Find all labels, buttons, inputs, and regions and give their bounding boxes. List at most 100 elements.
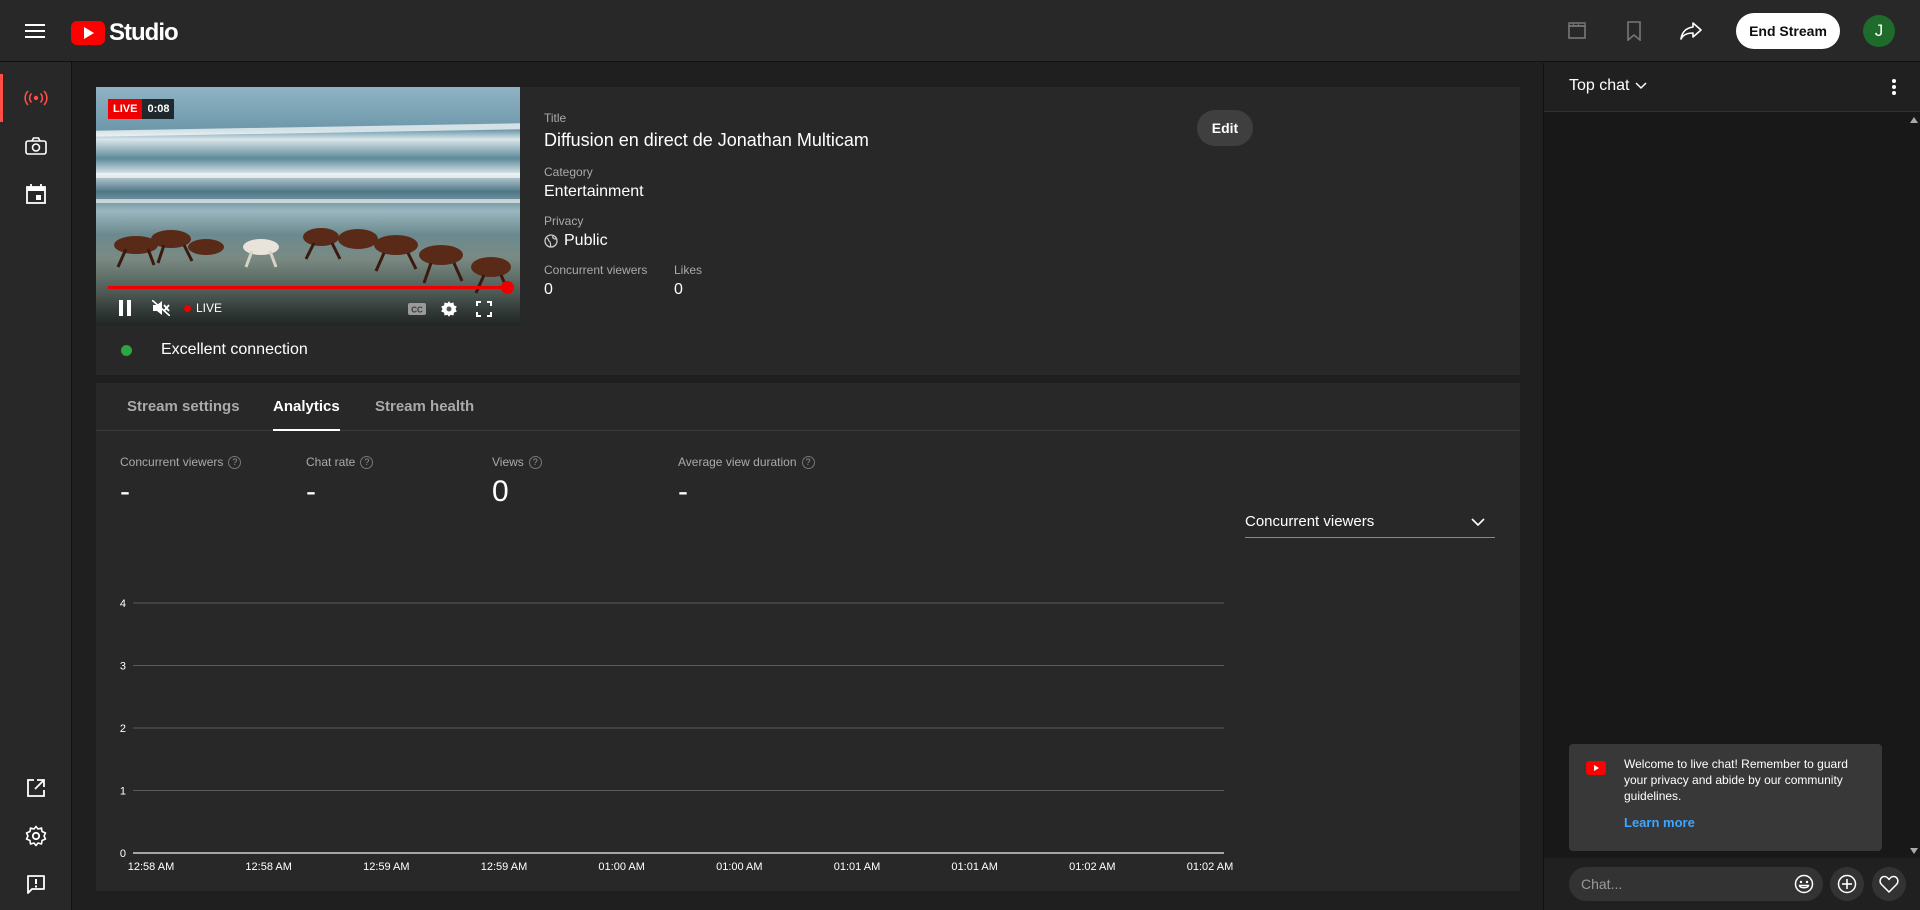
y-tick-label: 3 <box>120 661 126 673</box>
more-options-icon[interactable] <box>1892 79 1896 95</box>
analytics-panel: Stream settings Analytics Stream health … <box>96 383 1520 891</box>
likes-label: Likes <box>674 263 703 277</box>
y-tick-label: 1 <box>120 786 126 798</box>
globe-icon <box>544 234 558 248</box>
left-nav <box>0 62 72 910</box>
connection-dot <box>121 344 132 356</box>
nav-item-settings[interactable] <box>0 812 72 860</box>
nav-item-manage[interactable] <box>0 170 72 218</box>
live-chat-panel: Top chat Welcome to live chat! Remember … <box>1543 63 1920 910</box>
help-icon[interactable]: ? <box>801 455 815 469</box>
video-frame-horses <box>114 228 511 294</box>
chat-input-bar: Chat... <box>1544 858 1920 910</box>
y-tick-label: 2 <box>120 723 126 735</box>
metric-value: - <box>678 475 688 508</box>
help-icon[interactable]: ? <box>228 455 242 469</box>
stream-info-panel: LIVE 0:08 LIVE CC Title Diffusion en dir… <box>96 87 1520 375</box>
live-broadcast-icon <box>24 90 48 106</box>
metric-average-view-duration: Average view duration? - <box>678 455 815 509</box>
avatar[interactable]: J <box>1863 15 1895 47</box>
app-name: Studio <box>109 19 179 46</box>
scroll-down-icon[interactable] <box>1910 848 1918 854</box>
stream-title: Diffusion en direct de Jonathan Multicam <box>544 130 869 150</box>
heart-icon <box>1879 875 1899 893</box>
x-tick-label: 12:59 AM <box>481 861 527 873</box>
studio-logo[interactable]: Studio <box>71 19 179 47</box>
metric-label: Average view duration <box>678 455 797 469</box>
external-link-icon <box>27 779 45 797</box>
category-value: Entertainment <box>544 183 644 200</box>
emoji-icon <box>1794 874 1814 894</box>
tab-bar: Stream settings Analytics Stream health <box>96 383 1520 431</box>
x-tick-label: 12:58 AM <box>245 861 291 873</box>
end-stream-label: End Stream <box>1749 23 1827 39</box>
muted-speaker-icon[interactable] <box>152 300 170 316</box>
calendar-icon <box>26 184 46 204</box>
privacy-value: Public <box>564 232 608 249</box>
chevron-down-icon <box>1471 517 1485 526</box>
nav-item-webcam[interactable] <box>0 122 72 170</box>
x-tick-label: 01:02 AM <box>1187 861 1233 873</box>
scroll-up-icon[interactable] <box>1910 117 1918 123</box>
player-settings-icon[interactable] <box>440 300 458 318</box>
feedback-icon <box>27 875 45 894</box>
reactions-button[interactable] <box>1872 867 1906 901</box>
likes-value: 0 <box>674 281 683 298</box>
metric-value: - <box>306 475 316 508</box>
tab-stream-health[interactable]: Stream health <box>375 383 474 431</box>
x-tick-label: 01:00 AM <box>716 861 762 873</box>
metric-concurrent-viewers: Concurrent viewers? - <box>120 455 242 509</box>
progress-bar[interactable] <box>108 286 508 289</box>
avatar-letter: J <box>1874 21 1884 40</box>
chevron-down-icon <box>1635 82 1648 90</box>
fullscreen-icon[interactable] <box>476 301 492 317</box>
concurrent-viewers-value: 0 <box>544 281 553 298</box>
learn-more-link[interactable]: Learn more <box>1624 815 1695 830</box>
welcome-text: Welcome to live chat! Remember to guard … <box>1624 757 1848 803</box>
nav-item-external[interactable] <box>0 764 72 812</box>
elapsed-time: 0:08 <box>142 99 175 119</box>
bookmark-icon[interactable] <box>1617 14 1651 48</box>
pause-icon[interactable] <box>118 300 132 316</box>
video-player[interactable]: LIVE 0:08 LIVE CC <box>96 87 520 325</box>
chart-metric-dropdown[interactable]: Concurrent viewers <box>1245 506 1495 538</box>
chat-welcome-banner: Welcome to live chat! Remember to guard … <box>1569 744 1882 851</box>
x-tick-label: 01:02 AM <box>1069 861 1115 873</box>
chat-header: Top chat <box>1544 63 1920 112</box>
clapperboard-icon[interactable] <box>1560 14 1594 48</box>
y-tick-label: 0 <box>120 848 126 860</box>
nav-item-live[interactable] <box>0 74 72 122</box>
help-icon[interactable]: ? <box>528 455 542 469</box>
metric-views: Views? 0 <box>492 455 542 509</box>
live-indicator[interactable]: LIVE <box>184 301 222 315</box>
youtube-logo-icon <box>71 21 105 45</box>
tab-stream-settings[interactable]: Stream settings <box>127 383 240 431</box>
edit-button[interactable]: Edit <box>1197 110 1253 146</box>
live-badge-label: LIVE <box>108 99 143 119</box>
x-tick-label: 12:58 AM <box>128 861 174 873</box>
camera-icon <box>25 137 47 155</box>
metric-label: Concurrent viewers <box>120 455 224 469</box>
edit-label: Edit <box>1211 120 1239 136</box>
tab-analytics[interactable]: Analytics <box>273 383 340 431</box>
chat-mode-dropdown[interactable]: Top chat <box>1569 77 1648 95</box>
end-stream-button[interactable]: End Stream <box>1736 13 1840 49</box>
title-label: Title <box>544 111 567 125</box>
top-bar: Studio End Stream J <box>0 0 1920 62</box>
privacy-label: Privacy <box>544 214 584 228</box>
chat-input[interactable]: Chat... <box>1569 867 1785 901</box>
help-icon[interactable]: ? <box>360 455 374 469</box>
nav-item-feedback[interactable] <box>0 860 72 908</box>
add-button[interactable] <box>1830 867 1864 901</box>
metric-value: 0 <box>492 475 509 508</box>
emoji-button[interactable] <box>1785 867 1823 901</box>
plus-circle-icon <box>1837 874 1857 894</box>
x-tick-label: 01:01 AM <box>834 861 880 873</box>
captions-icon[interactable]: CC <box>407 302 427 316</box>
live-indicator-label: LIVE <box>196 301 223 315</box>
concurrent-viewers-chart: 0 1 2 3 4 12:58 AM 12:58 AM 12:59 AM 12:59 AM 01:… <box>120 598 1233 873</box>
menu-icon[interactable] <box>18 14 52 48</box>
share-icon[interactable] <box>1674 14 1708 48</box>
youtube-logo-icon <box>1586 761 1606 775</box>
gear-icon <box>25 825 47 847</box>
